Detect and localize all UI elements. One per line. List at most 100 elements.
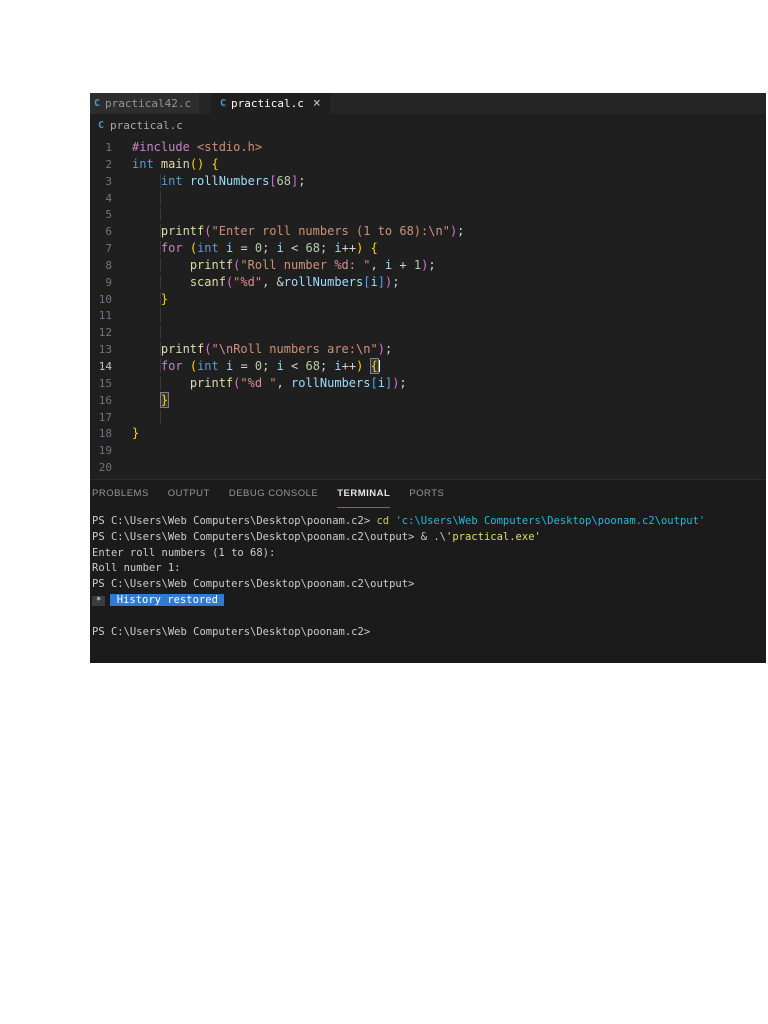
code-token: } (132, 426, 140, 441)
code-token: rollNumbers (283, 274, 364, 289)
code-token: : " (348, 257, 371, 272)
code-token: * (92, 595, 106, 606)
tab-practical[interactable]: C practical.c × (211, 93, 330, 114)
code-text: printf("%d ", rollNumbers[i]); (132, 376, 407, 390)
code-token: "Roll number (240, 257, 335, 272)
code-token: \n (428, 224, 443, 239)
panel-tab-output[interactable]: OUTPUT (168, 480, 210, 508)
code-token: \n (218, 342, 234, 357)
line-number: 5 (105, 208, 112, 222)
code-editor[interactable]: 1 #include <stdio.h> 2 int main() {3 int ro… (90, 137, 766, 479)
code-line: 4 (90, 190, 766, 207)
code-token: " (240, 375, 248, 390)
panel-tab-debug-console[interactable]: DEBUG CONSOLE (229, 480, 318, 508)
code-token: Enter roll numbers (1 to 68): (92, 546, 276, 559)
code-token: [ (269, 173, 277, 188)
c-file-icon: C (220, 98, 227, 109)
line-number: 10 (98, 292, 112, 306)
panel-tab-ports[interactable]: PORTS (409, 480, 444, 508)
code-line: 8 printf("Roll number %d: ", i + 1); (90, 257, 766, 274)
code-line: 20 (90, 459, 766, 476)
code-token: } (160, 291, 169, 306)
code-line: 2 int main() { (90, 156, 766, 173)
code-token: PS C:\Users\Web Computers\Desktop\poonam… (92, 530, 447, 543)
code-token: { (370, 241, 378, 256)
code-token: i (334, 358, 342, 373)
line-number: 20 (98, 461, 112, 475)
code-token: < (283, 358, 306, 373)
terminal-line: PS C:\Users\Web Computers\Desktop\poonam… (92, 514, 766, 530)
editor-tab-bar: C practical42.c C practical.c × (90, 93, 766, 114)
code-token: 1 (413, 257, 422, 272)
code-token: ; (392, 274, 400, 289)
code-text: printf("\nRoll numbers are:\n"); (132, 342, 392, 356)
code-token: ; (262, 241, 277, 256)
terminal[interactable]: PS C:\Users\Web Computers\Desktop\poonam… (90, 507, 766, 663)
code-line: 7 for (int i = 0; i < 68; i++) { (90, 240, 766, 257)
line-number: 17 (98, 410, 112, 424)
terminal-line: PS C:\Users\Web Computers\Desktop\poonam… (92, 530, 766, 546)
code-line: 15 printf("%d ", rollNumbers[i]); (90, 375, 766, 392)
code-token: 68 (305, 358, 320, 373)
code-token: printf (189, 375, 234, 390)
code-line: 13 printf("\nRoll numbers are:\n"); (90, 341, 766, 358)
close-icon[interactable]: × (313, 97, 321, 110)
breadcrumb-file: practical.c (110, 119, 183, 132)
code-token: < (283, 241, 306, 256)
code-token: PS C:\Users\Web Computers\Desktop\poonam… (92, 625, 371, 638)
c-file-icon: C (94, 98, 101, 109)
code-token: scanf (189, 274, 226, 289)
code-token: [ (370, 375, 378, 390)
text-cursor (377, 359, 380, 372)
code-text: } (132, 426, 139, 440)
code-token: ) (377, 342, 385, 357)
code-token: i (276, 241, 284, 256)
code-token: printf (189, 257, 234, 272)
code-token: " (262, 375, 277, 390)
code-text (132, 325, 161, 339)
code-text (132, 410, 161, 424)
code-token: \n (356, 342, 371, 357)
vscode-window-screenshot: C practical42.c C practical.c × C practi… (90, 93, 766, 663)
code-token: " (254, 274, 263, 289)
code-line: 11 (90, 307, 766, 324)
code-token: " (442, 224, 450, 239)
terminal-line: Roll number 1: (92, 561, 766, 577)
code-token: main (160, 156, 190, 171)
line-number: 7 (105, 242, 112, 256)
code-token: PS C:\Users\Web Computers\Desktop\poonam… (92, 515, 377, 527)
tab-label: practical42.c (105, 97, 192, 110)
code-token: } (159, 391, 170, 408)
code-token: 'practical.exe' (446, 530, 541, 543)
terminal-line: Enter roll numbers (1 to 68): (92, 546, 766, 562)
code-token: printf (160, 224, 205, 239)
tab-practical42[interactable]: C practical42.c (90, 93, 199, 114)
panel-tab-terminal[interactable]: TERMINAL (337, 480, 391, 508)
panel-tab-problems[interactable]: PROBLEMS (92, 480, 149, 508)
breadcrumb[interactable]: C practical.c (90, 114, 766, 137)
code-token: int (132, 156, 154, 171)
code-text: } (132, 292, 168, 306)
code-token: ++ (341, 358, 357, 373)
code-token: int (160, 173, 183, 188)
code-token: ( (189, 358, 198, 373)
code-text: } (132, 391, 170, 408)
code-text: int main() { (132, 157, 219, 171)
code-token: = (233, 358, 255, 373)
code-text (132, 308, 161, 322)
c-file-icon: C (98, 120, 105, 131)
code-text (132, 191, 161, 205)
code-token: { (211, 156, 219, 171)
terminal-line: * History restored (92, 593, 766, 609)
code-token: #include (132, 140, 190, 154)
